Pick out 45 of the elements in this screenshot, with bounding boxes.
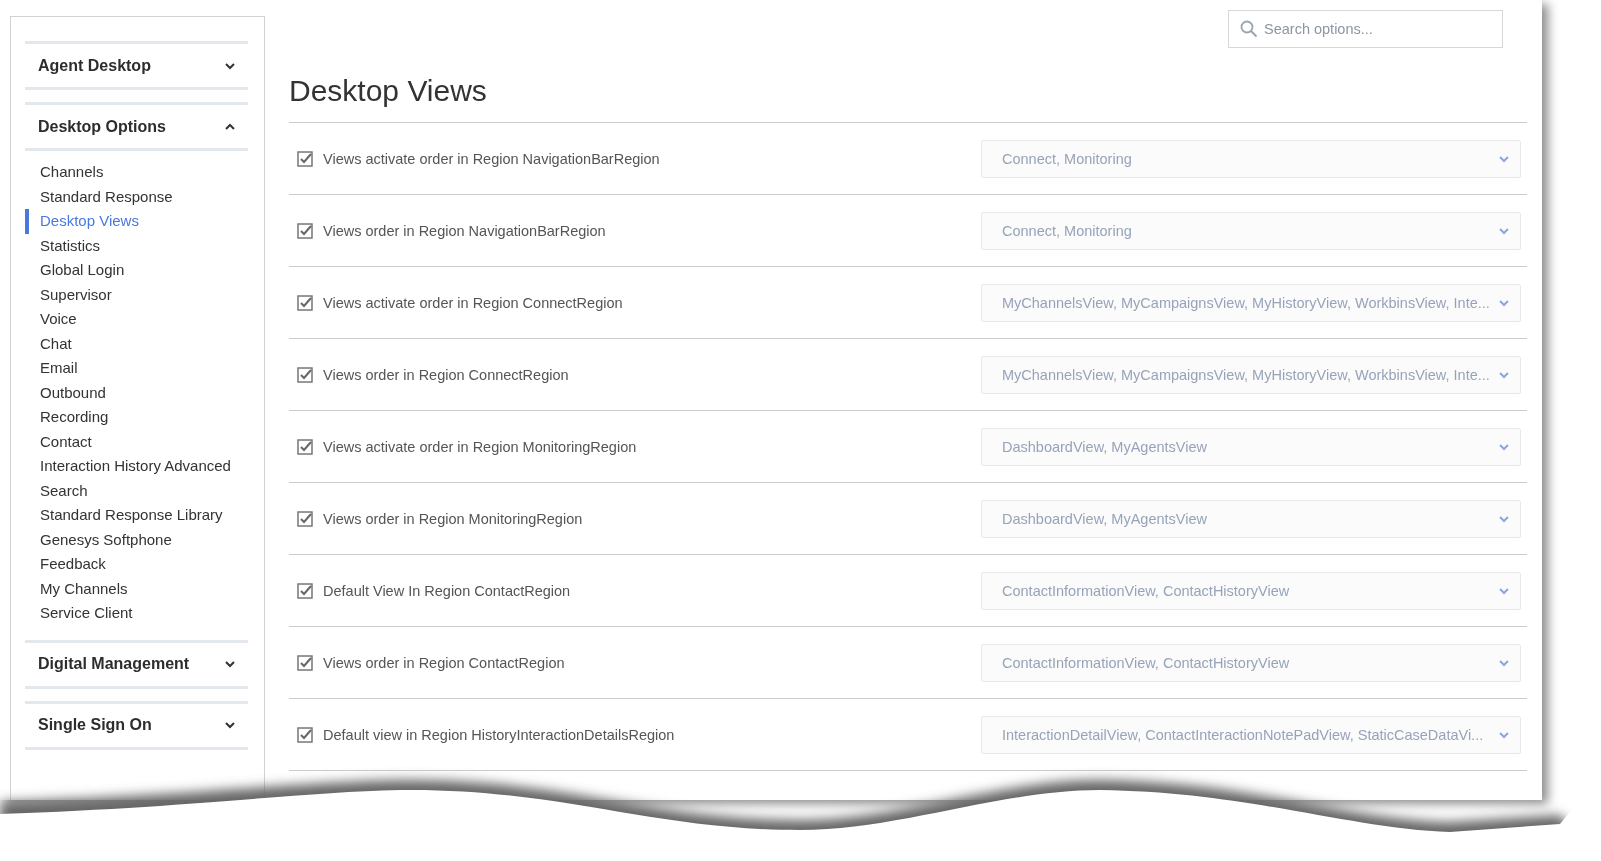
section-header[interactable]: Digital Management [25,642,248,689]
option-label: Views activate order in Region ConnectRegion [323,294,623,311]
sidebar-item[interactable]: Standard Response [25,184,248,209]
option-label: Views order in Region MonitoringRegion [323,510,583,527]
sidebar-item[interactable]: Service Client [25,601,248,626]
sidebar-item[interactable]: My Channels [25,576,248,601]
checked-checkbox[interactable] [297,654,313,671]
chevron-down-icon [224,719,236,731]
sidebar-item[interactable]: Interaction History Advanced [25,454,248,479]
sidebar-item[interactable]: Voice [25,307,248,332]
checked-checkbox[interactable] [297,438,313,455]
option-label: Default view in Region HistoryInteractionDetailsRegion [323,726,675,743]
option-label: Views order in Region ConnectRegion [323,366,569,383]
checked-checkbox[interactable] [297,582,313,599]
checked-checkbox[interactable] [297,150,313,167]
option-label: Default View In Region ContactRegion [323,582,571,599]
sidebar-item[interactable]: Outbound [25,380,248,405]
checked-checkbox[interactable] [297,222,313,239]
sidebar-item[interactable]: Contact [25,429,248,454]
sidebar-item[interactable]: Standard Response Library [25,503,248,528]
sidebar-item[interactable]: Feedback [25,552,248,577]
option-label: Views activate order in Region NavigationBarRegion [323,150,660,167]
sidebar-item[interactable]: Global Login [25,258,248,283]
section-header[interactable]: Desktop Options [25,105,248,151]
sidebar-item[interactable]: Statistics [25,233,248,258]
checked-checkbox[interactable] [297,294,313,311]
option-label: Views activate order in Region MonitoringRegion [323,438,637,455]
section-header[interactable]: Single Sign On [25,703,248,750]
checked-checkbox[interactable] [297,726,313,743]
checked-checkbox[interactable] [297,510,313,527]
sidebar-item[interactable]: Search [25,478,248,503]
page-title: Desktop Views [289,74,488,108]
sidebar-item[interactable]: Desktop Views [25,209,248,234]
option-label: Views order in Region ContactRegion [323,654,565,671]
sidebar-item[interactable]: Genesys Softphone [25,527,248,552]
sidebar-item[interactable]: Recording [25,405,248,430]
chevron-down-icon [224,658,236,670]
option-label: Views order in Region NavigationBarRegion [323,222,606,239]
sidebar-item[interactable]: Chat [25,331,248,356]
sidebar-item[interactable]: Email [25,356,248,381]
sidebar-item[interactable]: Supervisor [25,282,248,307]
sidebar-item[interactable]: Channels [25,160,248,185]
section-header[interactable]: Agent Desktop [25,44,248,90]
checked-checkbox[interactable] [297,366,313,383]
search-field[interactable]: Search options... [1228,10,1503,48]
